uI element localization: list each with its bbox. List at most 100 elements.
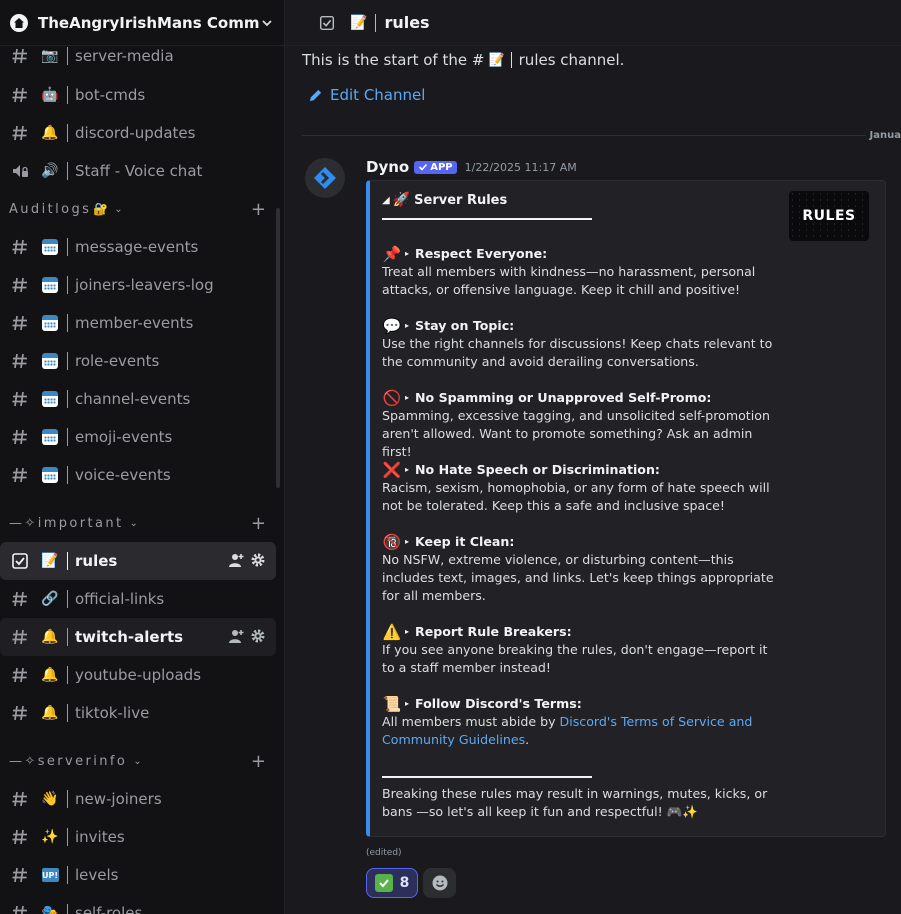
name-separator — [67, 790, 68, 808]
name-separator — [67, 904, 68, 914]
channel-role-events[interactable]: role-events — [0, 342, 276, 380]
invite-icon[interactable] — [228, 628, 244, 644]
name-separator — [67, 428, 68, 446]
arrow-icon: ▸ — [405, 699, 410, 708]
edit-channel-button[interactable]: Edit Channel — [308, 86, 425, 104]
robot-emoji-icon: 🤖 — [41, 87, 59, 103]
channel-new-joiners[interactable]: 👋 new-joiners — [0, 780, 276, 818]
name-separator — [67, 590, 68, 608]
channel-name: rules — [75, 552, 118, 570]
rule-text-suffix: . — [525, 732, 530, 747]
bell-emoji-icon: 🔔 — [41, 705, 59, 721]
channel-bot-cmds[interactable]: 🤖 bot-cmds — [0, 76, 276, 114]
channel-member-events[interactable]: member-events — [0, 304, 276, 342]
channel-voice-events[interactable]: voice-events — [0, 456, 276, 494]
channel-tiktok-live[interactable]: 🔔 tiktok-live — [0, 694, 276, 732]
check-box-emoji-icon — [374, 874, 393, 892]
channel-name: invites — [75, 828, 125, 846]
channel-joiners-leavers-log[interactable]: joiners-leavers-log — [0, 266, 276, 304]
channel-header: 📝 rules — [286, 0, 901, 46]
chevron-down-icon: ⌄ — [133, 755, 142, 767]
gear-icon[interactable] — [250, 552, 266, 568]
rule-text: Racism, sexism, homophobia, or any form … — [382, 480, 770, 513]
sidebar-scrollbar[interactable] — [276, 208, 280, 488]
start-prefix: This is the start of the # — [302, 51, 485, 69]
rule-item: ⚠️ ▸ Report Rule Breakers: If you see anyo… — [382, 623, 782, 677]
category-important[interactable]: —✧important ⌄ + — [0, 504, 284, 542]
name-separator — [67, 86, 68, 104]
text-channel-locked-icon — [12, 867, 27, 883]
category-serverinfo[interactable]: —✧serverinfo ⌄ + — [0, 742, 284, 780]
name-separator — [67, 466, 68, 484]
channel-staff-voice-chat[interactable]: 🔊 Staff - Voice chat — [0, 152, 276, 190]
channel-emoji-events[interactable]: emoji-events — [0, 418, 276, 456]
category-auditlogs[interactable]: Auditlogs 🔐 ⌄ + — [0, 190, 284, 228]
channel-twitch-alerts[interactable]: 🔔 twitch-alerts — [0, 618, 276, 656]
rules-embed: RULES ◢ 🚀 Server Rules 📌 ▸ Respect Everyon… — [366, 180, 886, 837]
pencil-icon — [309, 89, 322, 101]
name-separator — [67, 390, 68, 408]
category-label: —✧important — [9, 515, 124, 531]
masks-emoji-icon: 🎭 — [41, 905, 59, 914]
channel-name: levels — [75, 866, 119, 884]
channel-name: message-events — [75, 238, 199, 256]
channel-channel-events[interactable]: channel-events — [0, 380, 276, 418]
embed-thumbnail[interactable]: RULES — [789, 191, 869, 241]
app-badge: APP — [414, 160, 457, 174]
rule-item: ❌ ▸ No Hate Speech or Discrimination: Raci… — [382, 461, 782, 515]
smiley-icon — [432, 875, 447, 891]
author-name[interactable]: Dyno — [366, 158, 409, 176]
channel-invites[interactable]: ✨ invites — [0, 818, 276, 856]
chevron-down-icon: ⌄ — [114, 203, 123, 215]
avatar[interactable] — [305, 158, 345, 198]
channel-name: tiktok-live — [75, 704, 150, 722]
channel-rules[interactable]: 📝 rules — [0, 542, 276, 580]
text-channel-locked-icon — [12, 315, 27, 331]
channel-discord-updates[interactable]: 🔔 discord-updates — [0, 114, 276, 152]
channel-name: joiners-leavers-log — [75, 276, 214, 294]
name-separator — [67, 47, 68, 65]
app-badge-label: APP — [430, 161, 453, 173]
chevron-down-icon[interactable] — [260, 16, 274, 30]
name-separator — [67, 124, 68, 142]
chat-area: 📝 rules This is the start of the # 📝 rul… — [286, 0, 901, 914]
create-channel-icon[interactable]: + — [251, 199, 266, 220]
rocket-emoji-icon: 🚀 — [392, 192, 411, 208]
channel-name: Staff - Voice chat — [75, 162, 203, 180]
edit-channel-label: Edit Channel — [330, 86, 426, 104]
chevron-down-icon: ⌄ — [129, 517, 138, 529]
rule-text: Use the right channels for discussions! … — [382, 336, 773, 369]
server-name: TheAngryIrishMans Commu... — [38, 13, 260, 32]
text-channel-icon — [12, 591, 27, 607]
rule-item: 🔞 ▸ Keep it Clean: No NSFW, extreme violen… — [382, 533, 782, 605]
calendar-emoji-icon — [40, 389, 60, 409]
add-reaction-button[interactable] — [423, 868, 456, 898]
calendar-emoji-icon — [40, 275, 60, 295]
channel-youtube-uploads[interactable]: 🔔 youtube-uploads — [0, 656, 276, 694]
channel-name: bot-cmds — [75, 86, 146, 104]
channel-message-events[interactable]: message-events — [0, 228, 276, 266]
channel-official-links[interactable]: 🔗 official-links — [0, 580, 276, 618]
embed-title-text: Server Rules — [414, 192, 508, 208]
reaction-check[interactable]: 8 — [366, 868, 418, 898]
create-channel-icon[interactable]: + — [251, 513, 266, 534]
date-divider — [302, 135, 867, 136]
channel-levels[interactable]: UP! levels — [0, 856, 276, 894]
rule-item: 🚫 ▸ No Spamming or Unapproved Self-Promo: … — [382, 389, 782, 461]
create-channel-icon[interactable]: + — [251, 751, 266, 772]
text-channel-icon — [12, 667, 27, 683]
speaker-emoji-icon: 🔊 — [41, 163, 59, 179]
channel-name: emoji-events — [75, 428, 173, 446]
server-header[interactable]: TheAngryIrishMans Commu... — [0, 0, 284, 46]
name-separator — [67, 352, 68, 370]
gear-icon[interactable] — [250, 628, 266, 644]
invite-icon[interactable] — [228, 552, 244, 568]
arrow-icon: ▸ — [405, 393, 410, 402]
channel-self-roles[interactable]: 🎭 self-roles — [0, 894, 276, 914]
memo-emoji-icon: 📝 — [41, 553, 59, 569]
warning-emoji-icon: ⚠️ — [382, 623, 402, 641]
arrow-icon: ▸ — [405, 249, 410, 258]
name-separator — [67, 628, 68, 646]
rule-text: If you see anyone breaking the rules, do… — [382, 642, 768, 675]
text-channel-locked-icon — [12, 391, 27, 407]
